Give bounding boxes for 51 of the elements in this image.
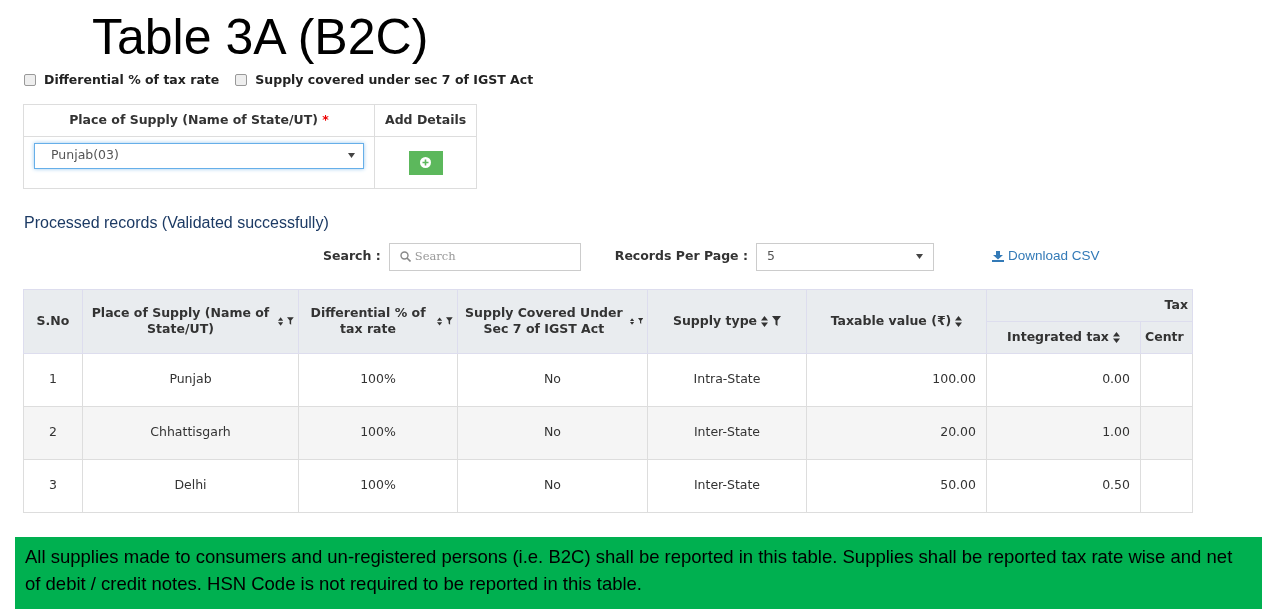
table-cell: 100%: [360, 424, 396, 440]
search-icon: [399, 251, 411, 262]
column-header: S.No: [36, 313, 70, 329]
column-header: Place of Supply (Name of State/UT): [90, 305, 271, 337]
table-cell: No: [544, 477, 561, 493]
column-header: Centr: [1145, 329, 1184, 345]
table-cell: Inter-State: [693, 424, 761, 440]
checkbox-label: Supply covered under sec 7 of IGST Act: [255, 71, 534, 89]
table-cell: 0.00: [1102, 371, 1130, 387]
table-cell: 1: [49, 371, 57, 387]
table-cell: 100%: [360, 477, 396, 493]
table-cell: 2: [49, 424, 57, 440]
caret-icon: [348, 153, 355, 158]
table-cell: Punjab: [169, 371, 212, 387]
records-per-page-dropdown[interactable]: 5: [755, 242, 934, 271]
checkbox[interactable]: [24, 74, 36, 87]
note-banner: All supplies made to consumers and un-registered persons (i.e. B2C) shall be reported in this table. Supplies shall be reported tax rate wise and net of debit / credit notes. HSN Code is not required to be reported in this table.: [15, 537, 1262, 609]
table-cell: Delhi: [174, 477, 207, 493]
table-cell: Inter-State: [693, 477, 761, 493]
table-cell: 50.00: [940, 477, 976, 493]
search-label: Search :: [323, 247, 381, 266]
caret-icon: [915, 254, 923, 259]
table-cell: Chhattisgarh: [150, 424, 231, 440]
checkbox-label: Differential % of tax rate: [44, 71, 220, 89]
required-marker: *: [322, 111, 329, 127]
table-cell: 0.50: [1102, 477, 1130, 493]
records-per-page-label: Records Per Page :: [614, 247, 748, 266]
table-cell: 3: [49, 477, 57, 493]
table-cell: Intra-State: [693, 371, 761, 387]
column-header: Supply Covered Under Sec 7 of IGST Act: [464, 305, 624, 337]
column-header: Integrated tax: [1007, 329, 1109, 345]
table-cell: 100.00: [932, 371, 976, 387]
column-header: Taxable value (₹): [830, 313, 952, 329]
column-header: Place of Supply (Name of State/UT): [69, 111, 318, 127]
column-header: Add Details: [385, 111, 467, 127]
download-icon: [991, 251, 1004, 262]
group-header: Tax: [1164, 297, 1188, 313]
table-cell: 100%: [360, 371, 396, 387]
download-csv-link[interactable]: Download CSV: [991, 246, 1100, 267]
column-header: Supply type: [672, 313, 758, 329]
column-header: Differential % of tax rate: [309, 305, 427, 337]
state-dropdown[interactable]: Punjab(03): [34, 142, 364, 169]
slide-title: Table 3A (B2C): [92, 10, 430, 65]
section-heading: Processed records (Validated successfully): [24, 212, 330, 233]
table-cell: 1.00: [1102, 424, 1130, 440]
plus-circle-icon: [420, 157, 432, 168]
table-cell: No: [544, 371, 561, 387]
table-cell: No: [544, 424, 561, 440]
add-button[interactable]: [408, 150, 443, 175]
table-cell: 20.00: [940, 424, 976, 440]
checkbox[interactable]: [235, 74, 248, 87]
